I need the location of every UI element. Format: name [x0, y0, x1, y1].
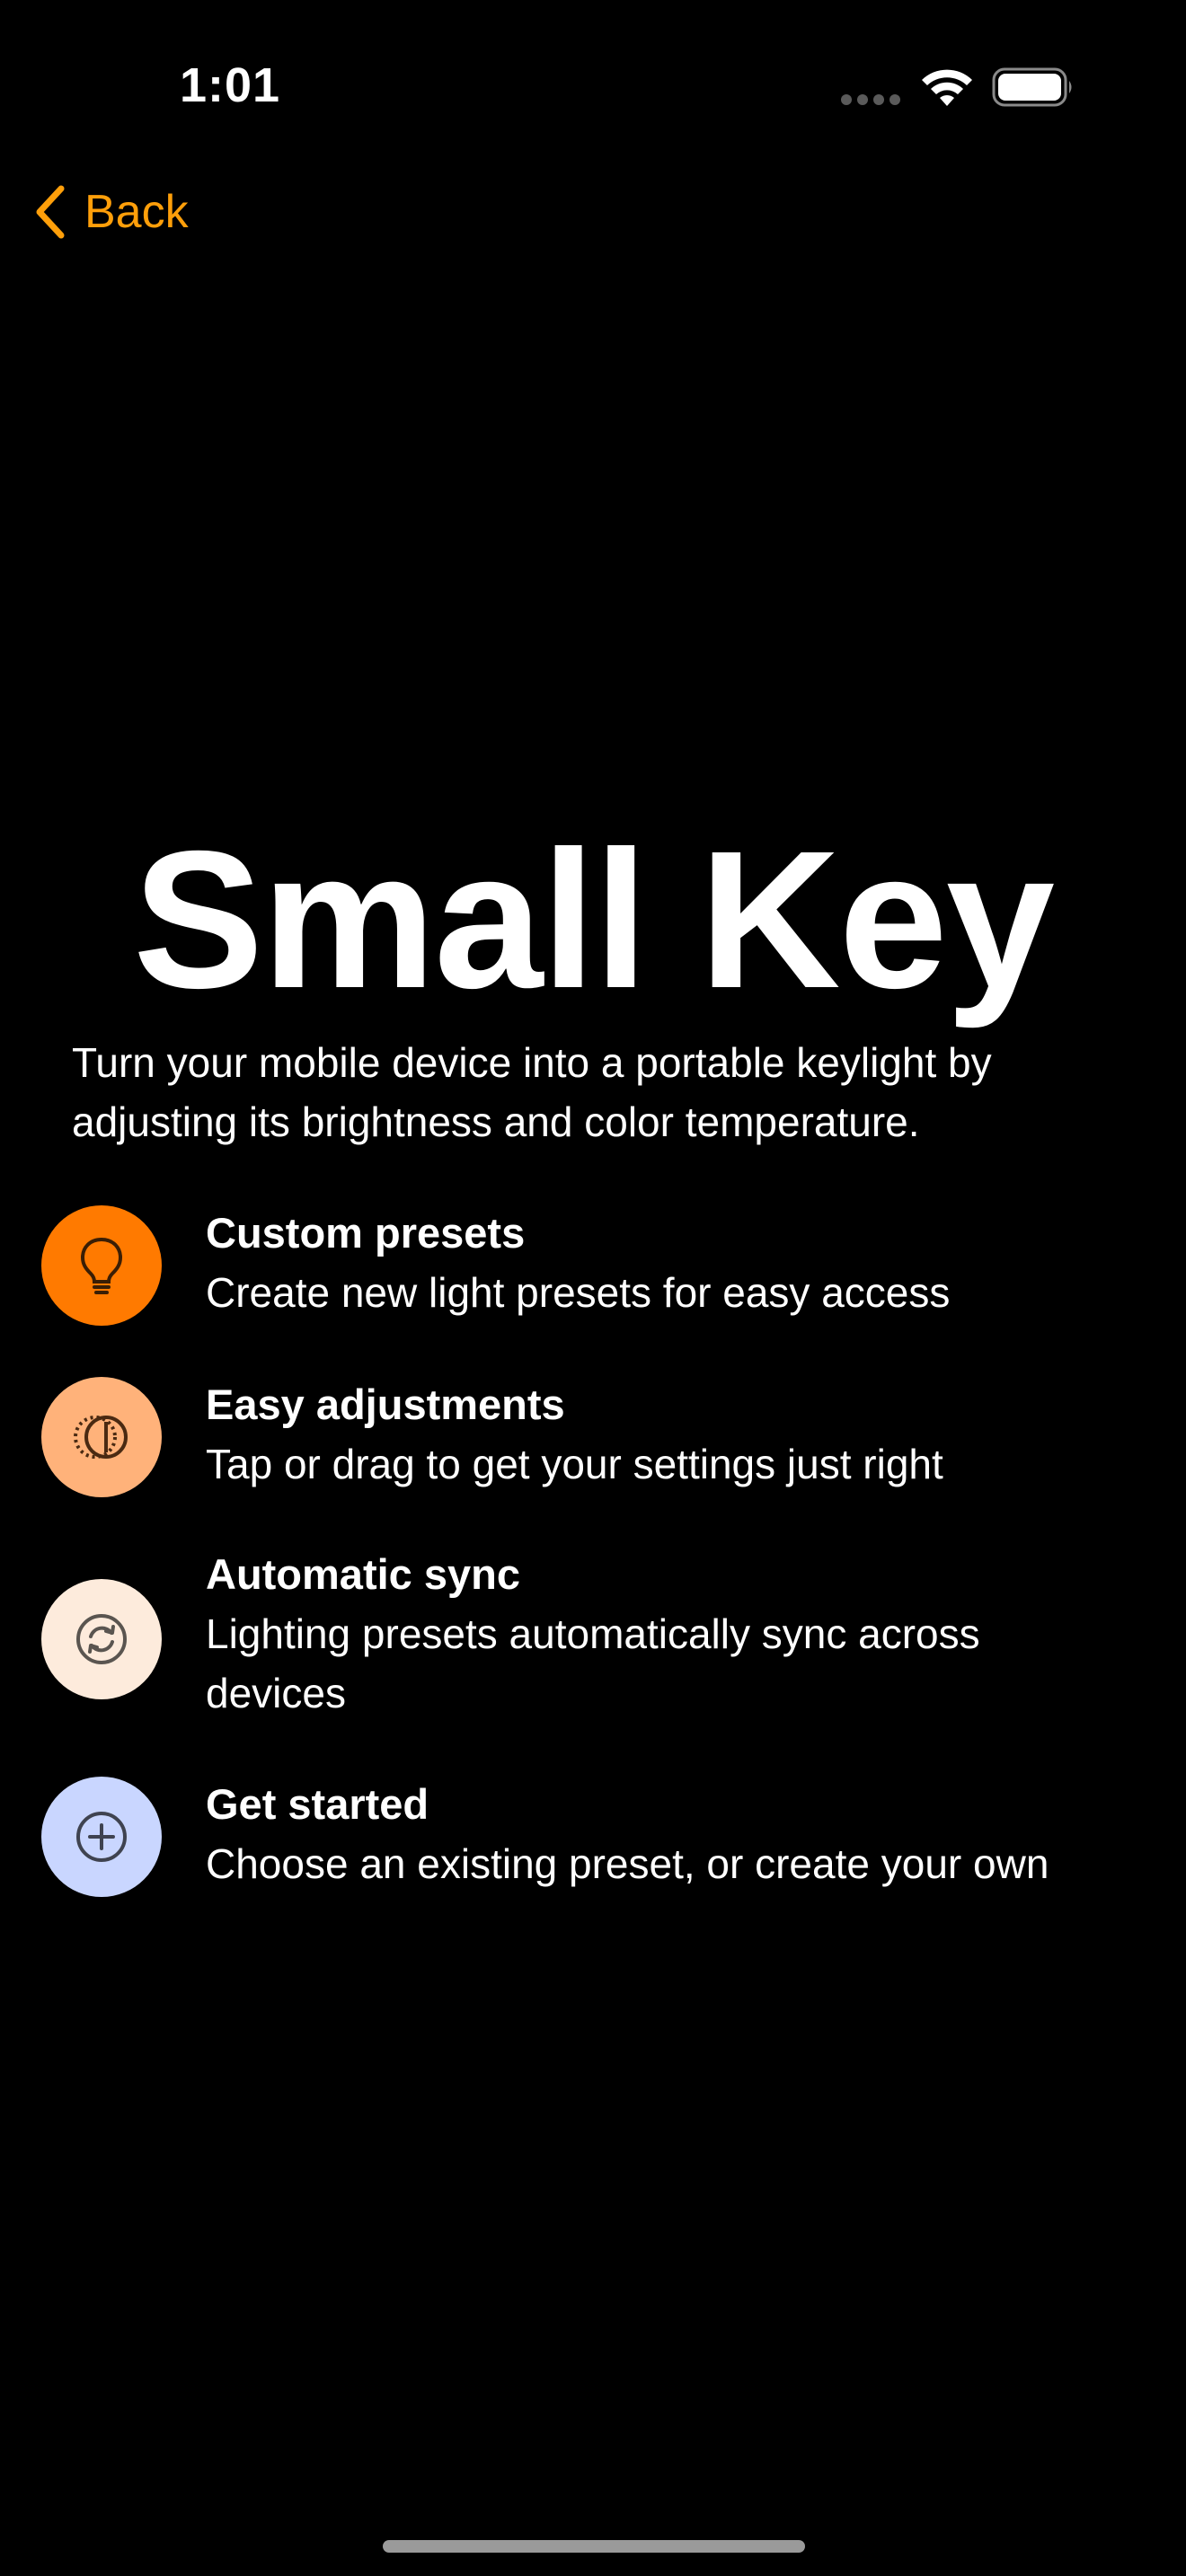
- feature-icon-container: [41, 1205, 162, 1326]
- feature-text: Custom presets Create new light presets …: [206, 1204, 1176, 1322]
- feature-get-started: Get started Choose an existing preset, o…: [41, 1775, 1173, 1901]
- feature-title: Custom presets: [206, 1209, 526, 1257]
- app-description: Turn your mobile device into a portable …: [72, 1039, 992, 1145]
- status-bar: 1:01: [0, 0, 1186, 171]
- feature-text: Get started Choose an existing preset, o…: [206, 1775, 1176, 1893]
- feature-description: Create new light presets for easy access: [206, 1269, 951, 1316]
- battery-icon: [992, 67, 1072, 107]
- feature-custom-presets: Custom presets Create new light presets …: [41, 1204, 1173, 1329]
- feature-easy-adjustments: Easy adjustments Tap or drag to get your…: [41, 1375, 1173, 1501]
- feature-text: Easy adjustments Tap or drag to get your…: [206, 1375, 1176, 1494]
- feature-description: Choose an existing preset, or create you…: [206, 1840, 1049, 1887]
- feature-title: Get started: [206, 1780, 429, 1828]
- back-label: Back: [84, 186, 189, 238]
- chevron-left-icon: [36, 185, 65, 239]
- feature-text: Automatic sync Lighting presets automati…: [206, 1545, 996, 1723]
- cellular-signal-icon: [841, 94, 900, 105]
- back-button[interactable]: Back: [32, 176, 189, 248]
- plus-circle-icon: [76, 1812, 127, 1862]
- sync-arrows-icon: [76, 1614, 127, 1664]
- feature-icon-container: [41, 1777, 162, 1897]
- app-title: Small Key: [132, 811, 1055, 1029]
- feature-title: Easy adjustments: [206, 1381, 565, 1428]
- wifi-icon: [922, 69, 972, 106]
- lightbulb-icon: [80, 1237, 123, 1294]
- status-time: 1:01: [180, 58, 281, 112]
- feature-icon-container: [41, 1377, 162, 1497]
- feature-description: Tap or drag to get your settings just ri…: [206, 1441, 943, 1487]
- feature-title: Automatic sync: [206, 1550, 520, 1598]
- feature-description: Lighting presets automatically sync acro…: [206, 1610, 980, 1716]
- feature-icon-container: [41, 1579, 162, 1699]
- home-indicator[interactable]: [383, 2540, 805, 2553]
- dial-adjust-icon: [74, 1416, 128, 1459]
- feature-automatic-sync: Automatic sync Lighting presets automati…: [41, 1545, 1173, 1734]
